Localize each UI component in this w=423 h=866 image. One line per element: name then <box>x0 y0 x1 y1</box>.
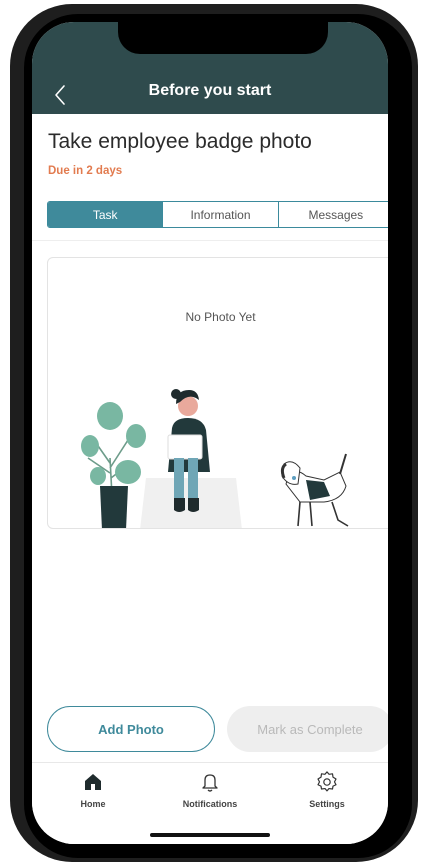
nav-item-home[interactable]: Home <box>48 763 138 825</box>
photo-placeholder-card: No Photo Yet <box>47 257 388 529</box>
tab-information[interactable]: Information <box>162 202 278 227</box>
nav-label-notifications: Notifications <box>182 799 238 809</box>
app-screen: Before you start Take employee badge pho… <box>32 22 388 844</box>
nav-label-home: Home <box>80 799 106 809</box>
mark-complete-button[interactable]: Mark as Complete <box>227 706 388 752</box>
nav-label-settings: Settings <box>309 799 345 809</box>
home-icon <box>85 774 101 790</box>
tab-messages[interactable]: Messages <box>277 202 388 227</box>
tab-task[interactable]: Task <box>48 202 163 227</box>
page-title: Before you start <box>148 82 272 99</box>
phone-notch <box>118 22 328 54</box>
tab-bar: Task Information Messages <box>47 201 388 228</box>
task-title: Take employee badge photo <box>48 130 312 153</box>
bottom-navigation: Home Notifications Settings <box>32 762 388 844</box>
nav-item-settings[interactable]: Settings <box>282 763 372 825</box>
nav-item-notifications[interactable]: Notifications <box>165 763 255 825</box>
gear-icon <box>317 771 337 792</box>
section-divider <box>32 240 388 241</box>
add-photo-button[interactable]: Add Photo <box>47 706 215 752</box>
bell-icon <box>202 774 218 792</box>
due-date-label: Due in 2 days <box>48 165 123 177</box>
home-indicator <box>150 833 270 837</box>
empty-state-illustration <box>81 389 349 528</box>
